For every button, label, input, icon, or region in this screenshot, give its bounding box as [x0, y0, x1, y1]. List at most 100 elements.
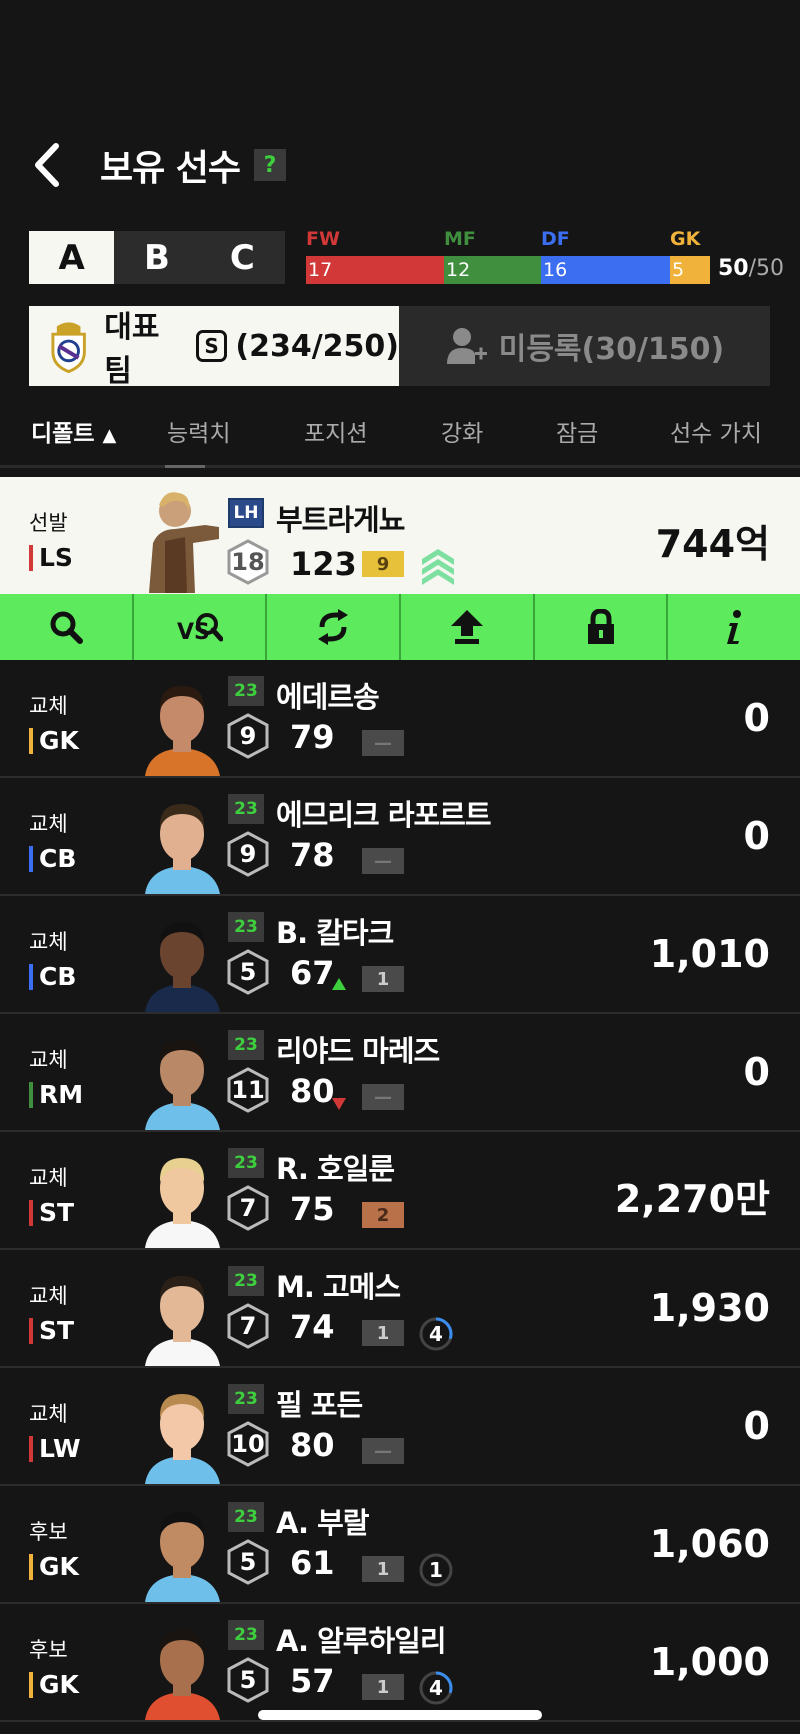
team-tabs: 대표팀 S (234/250) 미등록(30/150): [29, 306, 770, 389]
player-role: 후보 GK: [29, 1634, 79, 1699]
sort-tabs: 디폴트 ▲ 능력치 포지션 강화 잠금 선수 가치: [0, 410, 800, 450]
position-label-df: DF: [541, 228, 570, 250]
player-position: RM: [29, 1080, 83, 1109]
season-badge: LH: [228, 498, 264, 528]
player-value: 2,270만: [614, 1177, 770, 1221]
player-photo: [145, 1260, 220, 1366]
main-team-label: 대표팀: [104, 310, 160, 389]
level-badge: 11: [226, 1067, 270, 1113]
divider: [0, 465, 800, 468]
player-name: 에므리크 라포르트: [276, 798, 492, 832]
lock-button[interactable]: [535, 594, 669, 660]
ovr-value: 80: [290, 1072, 335, 1110]
ovr-value: 123: [290, 545, 357, 583]
compare-button[interactable]: VS: [134, 594, 268, 660]
player-position: ST: [29, 1198, 74, 1227]
back-button[interactable]: [30, 140, 70, 190]
search-icon: [50, 611, 83, 644]
squad-tab-c[interactable]: C: [200, 231, 285, 284]
player-position: GK: [29, 726, 79, 755]
position-label-gk: GK: [670, 228, 701, 250]
sort-tab-ability[interactable]: 능력치: [167, 414, 230, 448]
player-photo: [145, 1142, 220, 1248]
level-badge: 7: [226, 1185, 270, 1231]
tab-unregistered[interactable]: 미등록(30/150): [399, 306, 770, 386]
player-row[interactable]: 후보 GK 23 A. 알루하일리 5 57 1 4 1,000: [0, 1604, 800, 1722]
tab-main-team[interactable]: 대표팀 S (234/250): [29, 306, 399, 389]
player-value: 0: [743, 814, 770, 858]
sort-tab-default[interactable]: 디폴트 ▲: [31, 414, 116, 448]
player-name: 부트라게뇨: [276, 503, 405, 537]
season-badge: 23: [228, 1266, 264, 1296]
player-row[interactable]: 교체 ST 23 M. 고메스 7 74 1 4 1,930: [0, 1250, 800, 1368]
level-value: 5: [239, 1548, 257, 1576]
level-badge: 9: [226, 831, 270, 877]
grade-badge: 1: [362, 1320, 404, 1346]
player-status: 교체: [29, 812, 68, 836]
player-row[interactable]: 교체 LW 23 필 포든 10 80 — 0: [0, 1368, 800, 1486]
training-circle-value: 4: [429, 1676, 443, 1700]
search-button[interactable]: [0, 594, 134, 660]
player-position: GK: [29, 1552, 79, 1581]
selected-player-row[interactable]: 선발 LS LH 부트라게뇨 18 123 9 744억: [0, 477, 800, 594]
player-row[interactable]: 후보 GK 23 A. 부랄 5 61 1 1 1,060: [0, 1486, 800, 1604]
player-row[interactable]: 교체 GK 23 에데르송 9 79 — 0: [0, 660, 800, 778]
sort-tab-lock[interactable]: 잠금: [556, 414, 598, 448]
upgrade-icon: [450, 610, 483, 644]
grade-badge: 1: [362, 966, 404, 992]
player-position: LS: [29, 543, 73, 572]
player-row[interactable]: 교체 CB 23 에므리크 라포르트 9 78 — 0: [0, 778, 800, 896]
player-row[interactable]: 교체 RM 23 리야드 마레즈 11 80 — 0: [0, 1014, 800, 1132]
player-row[interactable]: 교체 CB 23 B. 칼타크 5 67 1 1,010: [0, 896, 800, 1014]
player-value: 1,000: [649, 1640, 770, 1684]
chevron-left-icon: [35, 143, 59, 187]
rank-chevron-icon: [422, 549, 454, 585]
swap-button[interactable]: [267, 594, 402, 660]
ovr-value: 75: [290, 1190, 335, 1228]
player-position-label: ST: [39, 1198, 75, 1227]
level-value: 9: [239, 722, 257, 750]
position-label-mf: MF: [444, 228, 476, 250]
player-position: CB: [29, 844, 76, 873]
squad-tab-b[interactable]: B: [114, 231, 199, 284]
level-badge: 5: [226, 1657, 270, 1703]
player-status: 후보: [29, 1638, 68, 1662]
caret-up-icon: ▲: [102, 425, 117, 446]
upgrade-button[interactable]: [401, 594, 535, 660]
ovr-value: 79: [290, 718, 335, 756]
squad-tab-a[interactable]: A: [29, 231, 115, 284]
ovr-value: 74: [290, 1308, 335, 1346]
season-badge: 23: [228, 1148, 264, 1178]
season-badge: 23: [228, 676, 264, 706]
level-value: 11: [231, 1076, 265, 1104]
player-photo: [145, 1378, 220, 1484]
help-button[interactable]: ?: [254, 149, 287, 181]
sort-tab-position[interactable]: 포지션: [304, 414, 367, 448]
player-value: 0: [743, 1404, 770, 1448]
player-value: 744억: [655, 522, 770, 566]
sort-tab-enhance[interactable]: 강화: [441, 414, 483, 448]
grade-badge: 1: [362, 1556, 404, 1582]
player-row[interactable]: 교체 ST 23 R. 호일룬 7 75 2 2,270만: [0, 1132, 800, 1250]
add-user-icon: [446, 328, 487, 364]
salary-icon: S: [195, 330, 228, 362]
player-name: 리야드 마레즈: [276, 1034, 440, 1068]
player-role: 교체 LW: [29, 1398, 81, 1463]
player-position-label: LW: [39, 1434, 81, 1463]
info-button[interactable]: [668, 594, 800, 660]
level-value: 9: [239, 840, 257, 868]
grade-badge: —: [362, 848, 404, 874]
player-role: 후보 GK: [29, 1516, 79, 1581]
season-badge: 23: [228, 1030, 264, 1060]
ovr-value: 80: [290, 1426, 335, 1464]
player-status: 교체: [29, 1166, 68, 1190]
player-position-label: GK: [39, 726, 79, 755]
sort-tab-value[interactable]: 선수 가치: [670, 414, 762, 448]
level-badge: 9: [226, 713, 270, 759]
squad-count-max: /50: [748, 256, 785, 281]
player-role: 교체 GK: [29, 690, 79, 755]
position-segment-fw: 17: [306, 256, 444, 284]
player-status: 교체: [29, 930, 68, 954]
level-value: 7: [239, 1194, 257, 1222]
squad-count: 50/50: [718, 256, 784, 281]
